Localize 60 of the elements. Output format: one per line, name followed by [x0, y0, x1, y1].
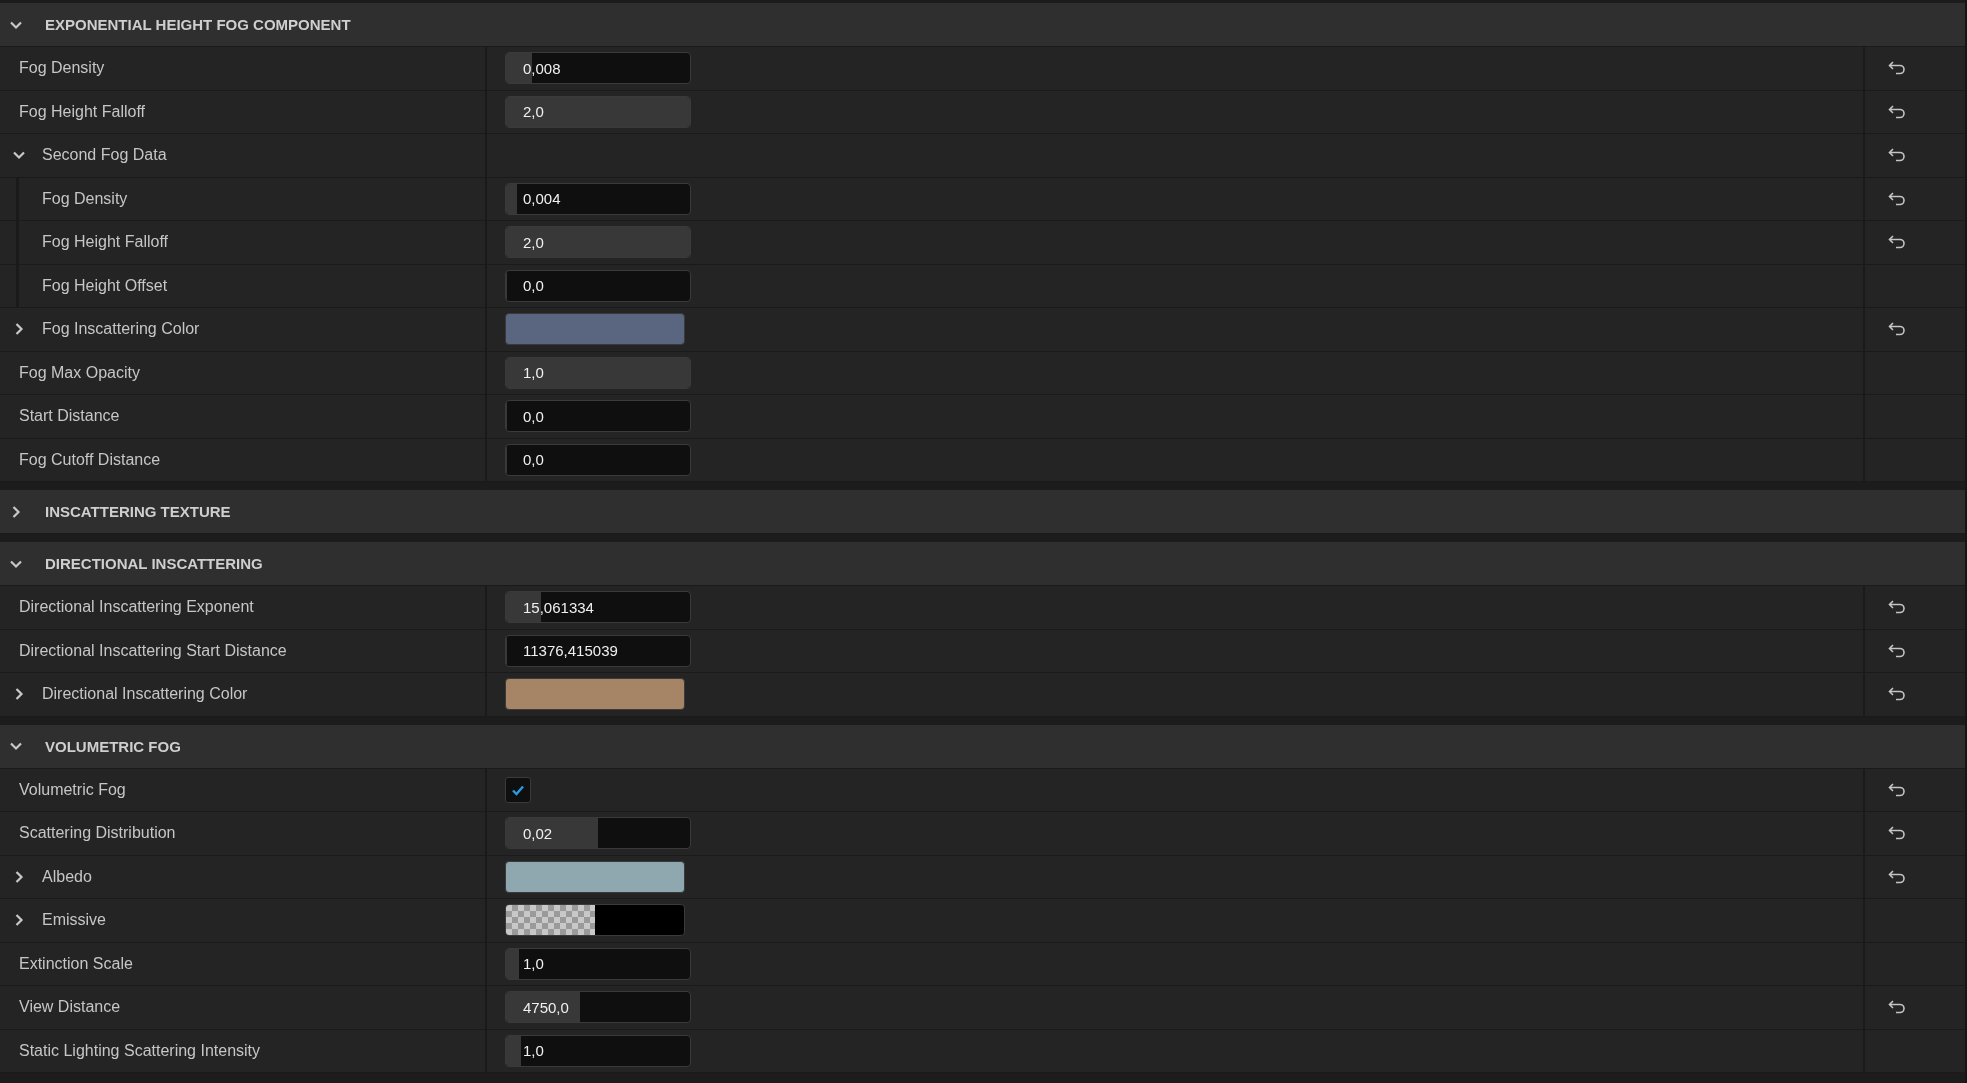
reset-arrow-icon[interactable] [1888, 60, 1906, 77]
number-field[interactable]: 1,0 [505, 947, 691, 980]
property-label: Fog Height Falloff [42, 233, 168, 252]
property-label: Fog Height Offset [42, 276, 168, 295]
property-label: Scattering Distribution [19, 824, 176, 843]
category-header[interactable]: EXPONENTIAL HEIGHT FOG COMPONENT [0, 3, 1965, 47]
property-label: Volumetric Fog [19, 780, 126, 799]
property-label: Fog Density [19, 59, 105, 78]
category-header[interactable]: VOLUMETRIC FOG [0, 724, 1965, 769]
property-label: Albedo [42, 867, 92, 886]
number-field[interactable]: 0,0 [505, 269, 691, 302]
number-field[interactable]: 11376,415039 [505, 634, 691, 667]
reset-arrow-icon[interactable] [1888, 868, 1906, 885]
category-title: INSCATTERING TEXTURE [45, 503, 231, 520]
category-title: DIRECTIONAL INSCATTERING [45, 555, 263, 572]
property-label: Directional Inscattering Start Distance [19, 641, 287, 660]
property-label: Emissive [42, 911, 106, 930]
number-field[interactable]: 0,004 [505, 182, 691, 215]
color-swatch[interactable] [505, 860, 685, 893]
property-label: Fog Inscattering Color [42, 320, 200, 339]
number-field[interactable]: 0,0 [505, 400, 691, 433]
property-label: Directional Inscattering Color [42, 685, 248, 704]
reset-arrow-icon[interactable] [1888, 103, 1906, 120]
property-label: Directional Inscattering Exponent [19, 598, 254, 617]
color-swatch[interactable] [505, 904, 685, 937]
number-field[interactable]: 0,008 [505, 52, 691, 85]
reset-arrow-icon[interactable] [1888, 321, 1906, 338]
number-field[interactable]: 15,061334 [505, 591, 691, 624]
number-field[interactable]: 2,0 [505, 95, 691, 128]
reset-arrow-icon[interactable] [1888, 234, 1906, 251]
color-swatch[interactable] [505, 313, 685, 346]
property-label: Static Lighting Scattering Intensity [19, 1041, 261, 1060]
number-field[interactable]: 1,0 [505, 356, 691, 389]
reset-arrow-icon[interactable] [1888, 599, 1906, 616]
number-field[interactable]: 2,0 [505, 226, 691, 259]
reset-arrow-icon[interactable] [1888, 781, 1906, 798]
reset-arrow-icon[interactable] [1888, 825, 1906, 842]
number-field[interactable]: 0,0 [505, 443, 691, 476]
number-field[interactable]: 4750,0 [505, 991, 691, 1024]
category-title: VOLUMETRIC FOG [45, 737, 181, 755]
category-header[interactable]: DIRECTIONAL INSCATTERING [0, 542, 1965, 586]
property-label: Start Distance [19, 407, 120, 426]
reset-arrow-icon[interactable] [1888, 190, 1906, 207]
number-field[interactable]: 0,02 [505, 817, 691, 850]
property-label: Fog Height Falloff [19, 102, 145, 121]
checkbox[interactable] [505, 776, 531, 803]
reset-arrow-icon[interactable] [1888, 642, 1906, 659]
property-label: View Distance [19, 998, 121, 1017]
property-label: Fog Density [42, 189, 128, 208]
category-title: EXPONENTIAL HEIGHT FOG COMPONENT [45, 16, 351, 33]
reset-arrow-icon[interactable] [1888, 147, 1906, 164]
color-swatch[interactable] [505, 678, 685, 711]
property-label: Second Fog Data [42, 146, 167, 165]
property-label: Extinction Scale [19, 954, 133, 973]
reset-arrow-icon[interactable] [1888, 686, 1906, 703]
property-label: Fog Max Opacity [19, 363, 140, 382]
reset-arrow-icon[interactable] [1888, 999, 1906, 1016]
property-label: Fog Cutoff Distance [19, 450, 161, 469]
number-field[interactable]: 1,0 [505, 1034, 691, 1067]
category-header[interactable]: INSCATTERING TEXTURE [0, 490, 1965, 534]
